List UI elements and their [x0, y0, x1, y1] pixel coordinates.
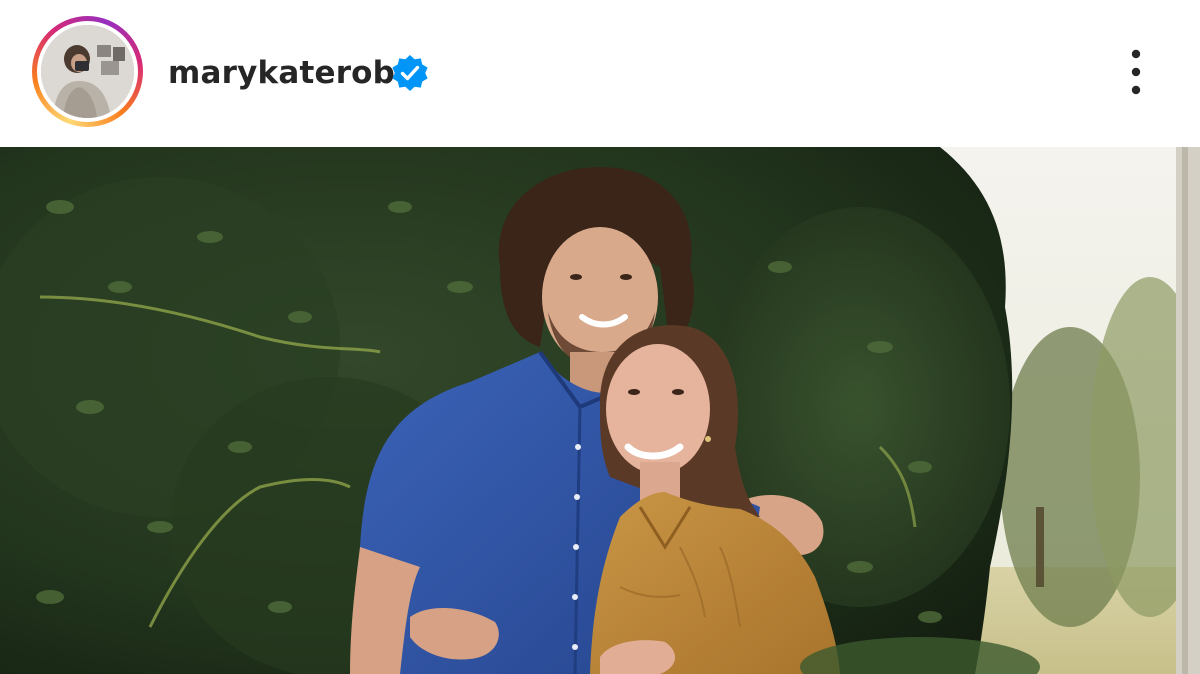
post-photo — [0, 147, 1200, 674]
more-vertical-icon[interactable] — [1116, 48, 1156, 96]
post-image[interactable] — [0, 147, 1200, 674]
post-header: marykaterob — [0, 0, 1200, 147]
username[interactable]: marykaterob — [168, 54, 395, 92]
story-ring[interactable] — [32, 16, 143, 127]
avatar[interactable] — [41, 25, 134, 118]
verified-badge-icon — [390, 53, 430, 93]
avatar-image — [41, 25, 134, 118]
